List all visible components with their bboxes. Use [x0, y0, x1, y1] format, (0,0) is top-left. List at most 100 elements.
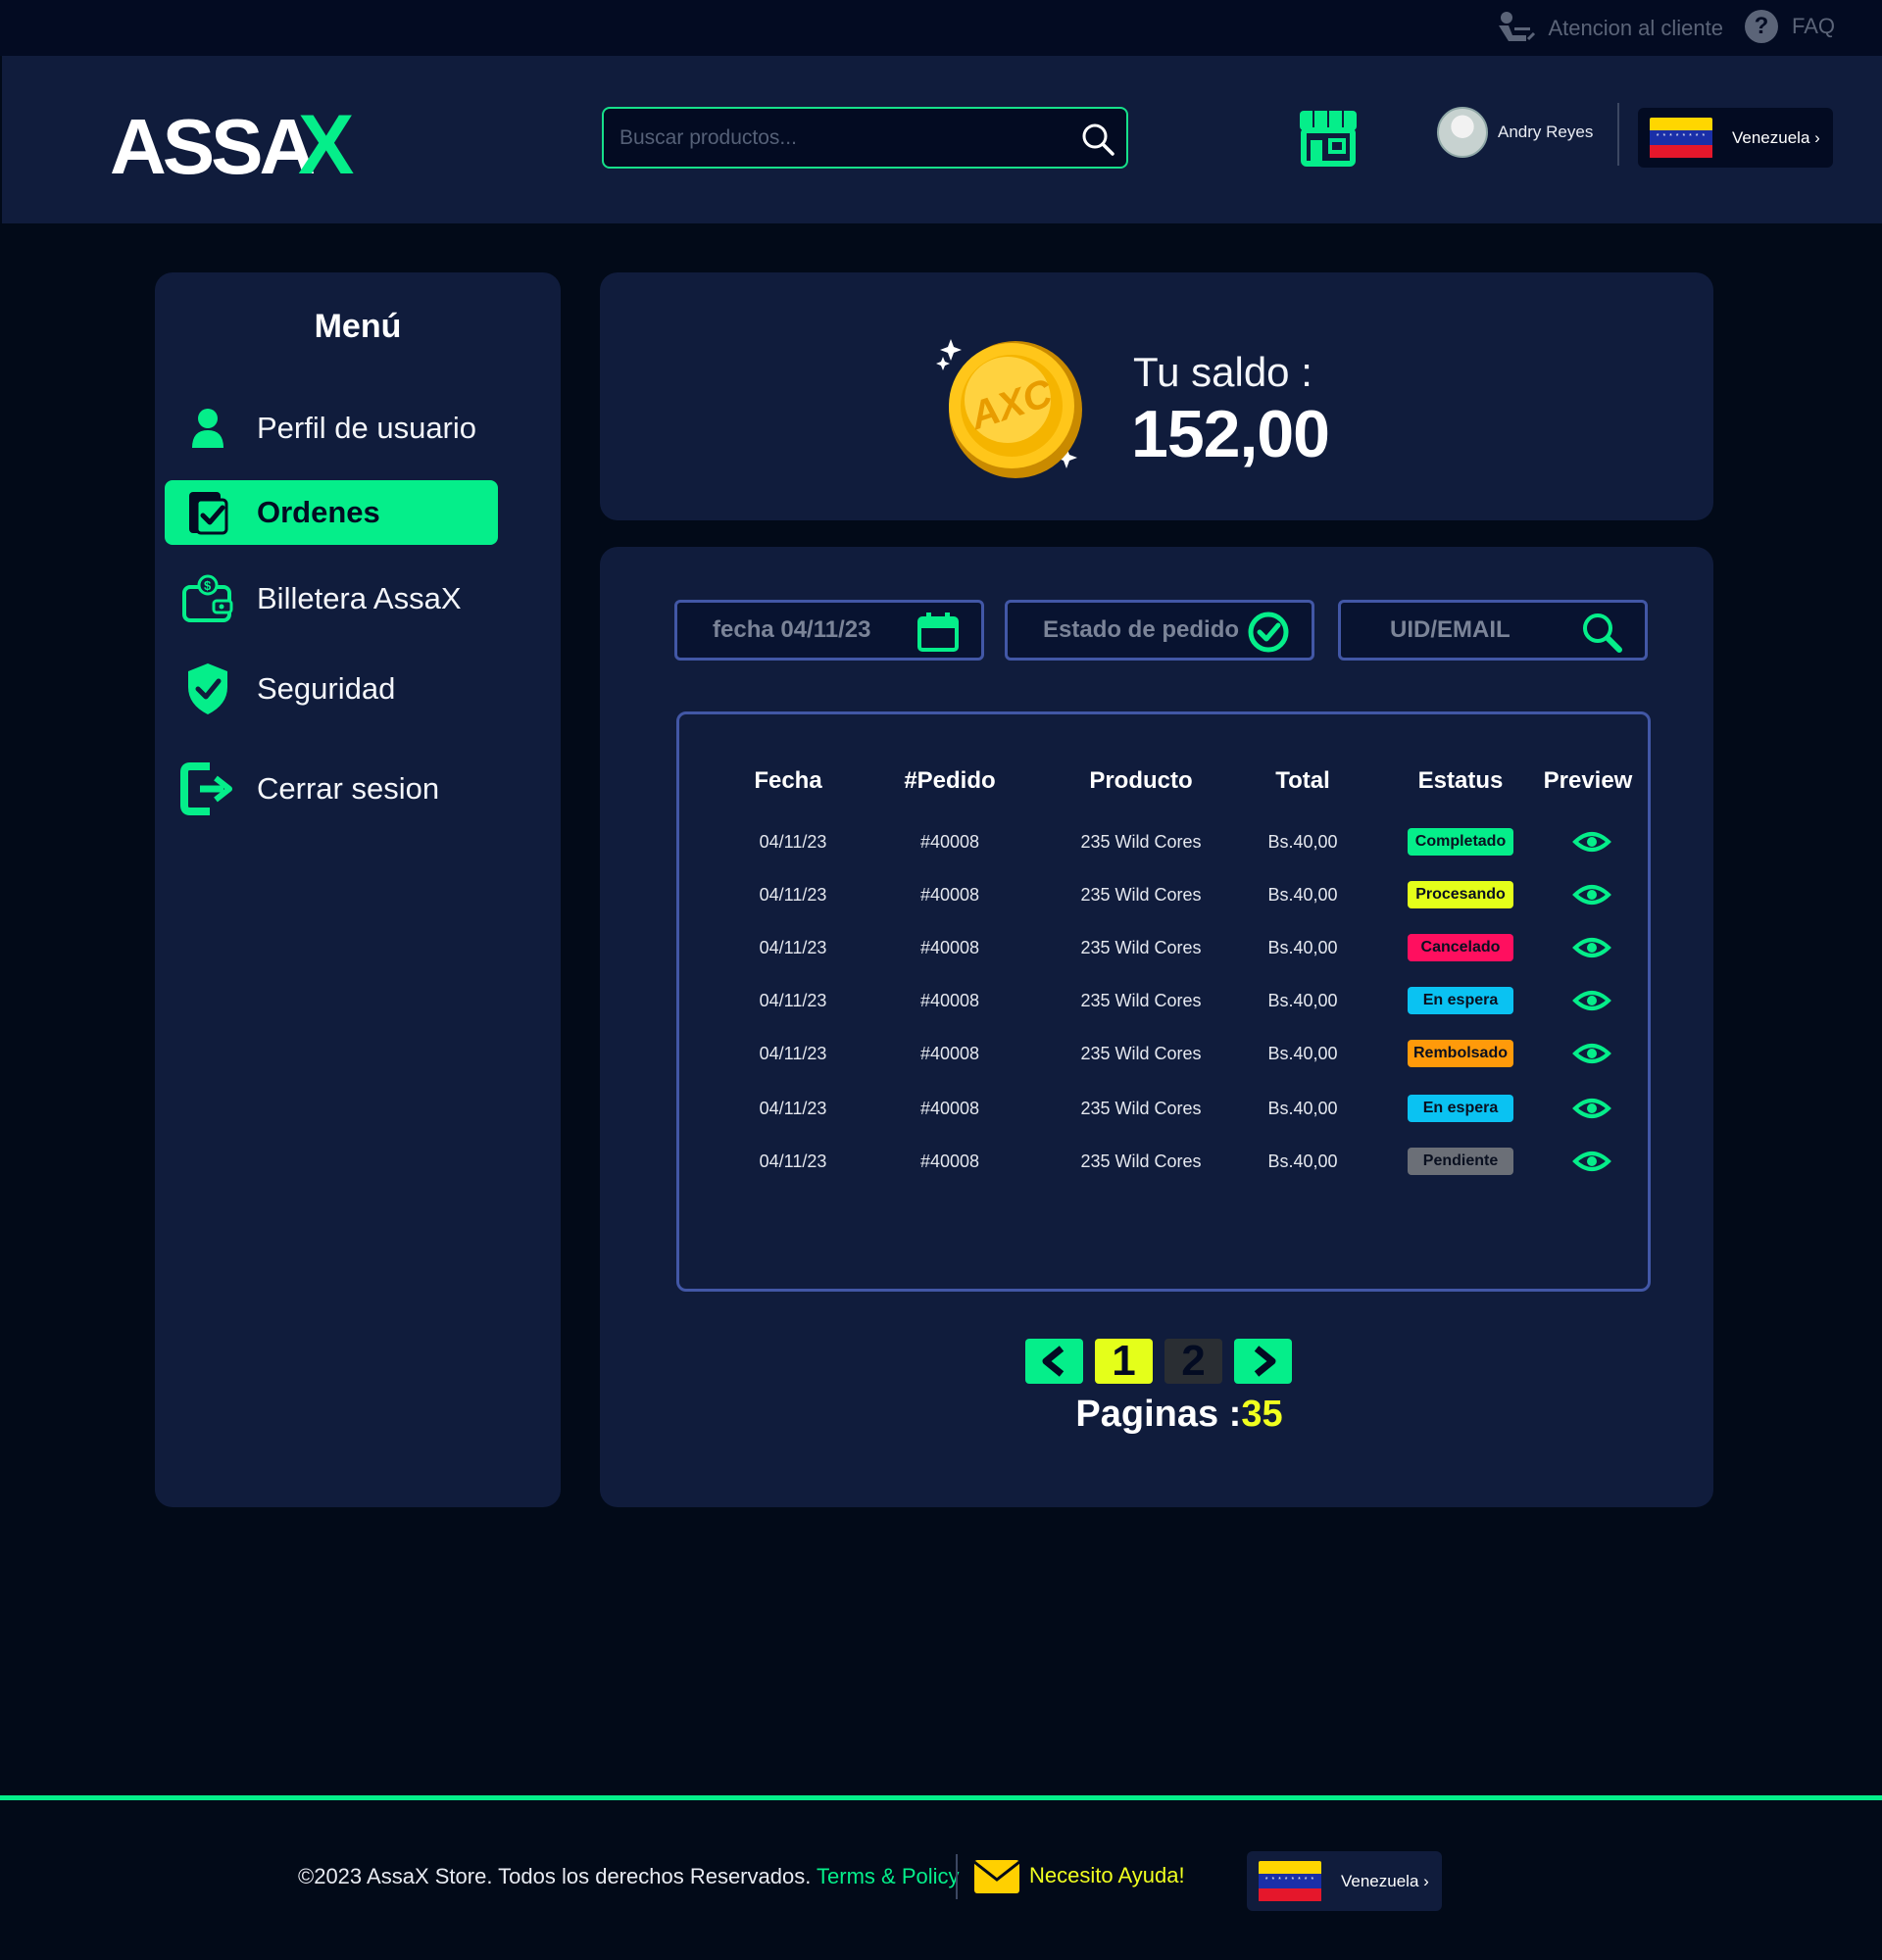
sidebar-item-security[interactable]: Seguridad: [165, 657, 498, 721]
customer-support-icon: [1499, 12, 1536, 41]
help-link[interactable]: Necesito Ayuda!: [972, 1856, 1185, 1895]
faq-link[interactable]: ? FAQ: [1744, 10, 1835, 43]
cell-producto: 235 Wild Cores: [1080, 1044, 1202, 1063]
search-icon[interactable]: [1580, 611, 1623, 654]
cell-pedido: #40008: [919, 1152, 980, 1171]
column-header-preview: Preview: [1543, 767, 1633, 794]
help-label: Necesito Ayuda!: [1029, 1863, 1185, 1887]
top-bar: Atencion al cliente ? FAQ: [0, 0, 1882, 56]
sidebar-item-profile[interactable]: Perfil de usuario: [165, 396, 498, 461]
eye-icon[interactable]: [1572, 1148, 1611, 1175]
chevron-right-icon: [1254, 1346, 1275, 1377]
eye-icon[interactable]: [1572, 1095, 1611, 1122]
date-filter[interactable]: fecha 04/11/23: [674, 600, 984, 661]
cell-producto: 235 Wild Cores: [1080, 832, 1202, 852]
faq-label: FAQ: [1791, 14, 1835, 38]
customer-support-label: Atencion al cliente: [1548, 16, 1723, 40]
status-badge: Rembolsado: [1408, 1040, 1513, 1067]
column-header-fecha: Fecha: [754, 767, 822, 794]
sidebar-item-label: Cerrar sesion: [257, 771, 440, 806]
column-header-producto: Producto: [1089, 767, 1193, 794]
status-badge: Pendiente: [1408, 1148, 1513, 1175]
orders-panel: fecha 04/11/23 Estado de pedido UID/EMAI…: [600, 547, 1713, 1507]
uid-email-filter[interactable]: UID/EMAIL: [1338, 600, 1648, 661]
divider: [956, 1854, 958, 1899]
cell-fecha: 04/11/23: [759, 1044, 827, 1063]
search-box: [602, 107, 1128, 169]
search-icon[interactable]: [1079, 121, 1116, 158]
country-label: Venezuela ›: [1341, 1871, 1429, 1890]
balance-card: AXC Tu saldo : 152,00: [600, 272, 1713, 520]
cell-fecha: 04/11/23: [759, 991, 827, 1010]
pagination: 1 2: [1025, 1337, 1292, 1385]
sidebar-item-label: Billetera AssaX: [257, 581, 462, 615]
eye-icon[interactable]: [1572, 987, 1611, 1014]
assax-logo[interactable]: ASSA X: [110, 93, 365, 191]
date-filter-label: fecha 04/11/23: [713, 616, 871, 643]
uid-email-filter-label: UID/EMAIL: [1390, 616, 1511, 643]
store-icon[interactable]: [1296, 105, 1361, 170]
next-page-button[interactable]: [1234, 1339, 1292, 1384]
page-button-2[interactable]: 2: [1164, 1337, 1222, 1385]
status-badge: En espera: [1408, 1095, 1513, 1122]
sidebar-item-label: Seguridad: [257, 671, 396, 706]
check-circle-icon[interactable]: [1247, 611, 1290, 654]
svg-text:ASSA: ASSA: [110, 103, 314, 190]
country-selector[interactable]: * * * * * * * * Venezuela ›: [1638, 108, 1833, 168]
footer-country-selector[interactable]: * * * * * * * * Venezuela ›: [1247, 1851, 1442, 1911]
sidebar-item-orders[interactable]: Ordenes: [165, 480, 498, 545]
question-icon: ?: [1744, 10, 1778, 43]
page-count: Paginas :35: [600, 1394, 1713, 1436]
prev-page-button[interactable]: [1025, 1339, 1083, 1384]
sidebar-item-wallet[interactable]: $ Billetera AssaX: [165, 566, 498, 631]
cell-producto: 235 Wild Cores: [1080, 991, 1202, 1010]
sidebar-item-label: Ordenes: [257, 495, 380, 529]
balance-value: 152,00: [1131, 397, 1330, 471]
search-input[interactable]: [619, 121, 1051, 156]
cell-pedido: #40008: [919, 1099, 980, 1118]
cell-total: Bs.40,00: [1267, 885, 1338, 905]
page-count-label: Paginas :: [1075, 1394, 1242, 1435]
cell-fecha: 04/11/23: [759, 1152, 827, 1171]
avatar: [1437, 107, 1488, 158]
cell-total: Bs.40,00: [1267, 832, 1338, 852]
column-header-estatus: Estatus: [1417, 767, 1504, 794]
cell-producto: 235 Wild Cores: [1080, 1152, 1202, 1171]
customer-support-link[interactable]: Atencion al cliente: [1495, 10, 1723, 47]
eye-icon[interactable]: [1572, 1040, 1611, 1067]
sidebar-item-logout[interactable]: Cerrar sesion: [165, 757, 498, 821]
cell-fecha: 04/11/23: [759, 885, 827, 905]
order-status-filter[interactable]: Estado de pedido: [1005, 600, 1314, 661]
column-header-pedido: #Pedido: [904, 767, 996, 794]
cell-producto: 235 Wild Cores: [1080, 938, 1202, 957]
cell-fecha: 04/11/23: [759, 832, 827, 852]
copyright-text: ©2023 AssaX Store. Todos los derechos Re…: [298, 1864, 812, 1888]
user-name: Andry Reyes: [1498, 122, 1594, 141]
calendar-icon[interactable]: [916, 611, 960, 654]
cell-producto: 235 Wild Cores: [1080, 885, 1202, 905]
cell-pedido: #40008: [919, 1044, 980, 1063]
orders-table: Fecha #Pedido Producto Total Estatus Pre…: [676, 711, 1651, 1292]
order-status-filter-label: Estado de pedido: [1043, 616, 1240, 643]
cell-pedido: #40008: [919, 938, 980, 957]
menu-title: Menú: [314, 308, 402, 345]
eye-icon[interactable]: [1572, 881, 1611, 908]
cell-pedido: #40008: [919, 832, 980, 852]
logout-icon: [180, 762, 232, 815]
status-badge: En espera: [1408, 987, 1513, 1014]
mail-icon: [973, 1860, 1020, 1893]
orders-check-icon: [189, 492, 228, 535]
divider: [1617, 103, 1619, 166]
footer-copyright: ©2023 AssaX Store. Todos los derechos Re…: [298, 1864, 960, 1889]
eye-icon[interactable]: [1572, 934, 1611, 961]
cell-producto: 235 Wild Cores: [1080, 1099, 1202, 1118]
status-badge: Cancelado: [1408, 934, 1513, 961]
terms-link[interactable]: Terms & Policy: [817, 1864, 959, 1888]
venezuela-flag-icon: * * * * * * * *: [1650, 117, 1712, 159]
cell-pedido: #40008: [919, 991, 980, 1010]
eye-icon[interactable]: [1572, 828, 1611, 856]
cell-total: Bs.40,00: [1267, 938, 1338, 957]
page-button-1[interactable]: 1: [1095, 1337, 1153, 1385]
user-profile[interactable]: Andry Reyes: [1437, 107, 1593, 158]
chevron-left-icon: [1042, 1346, 1064, 1377]
